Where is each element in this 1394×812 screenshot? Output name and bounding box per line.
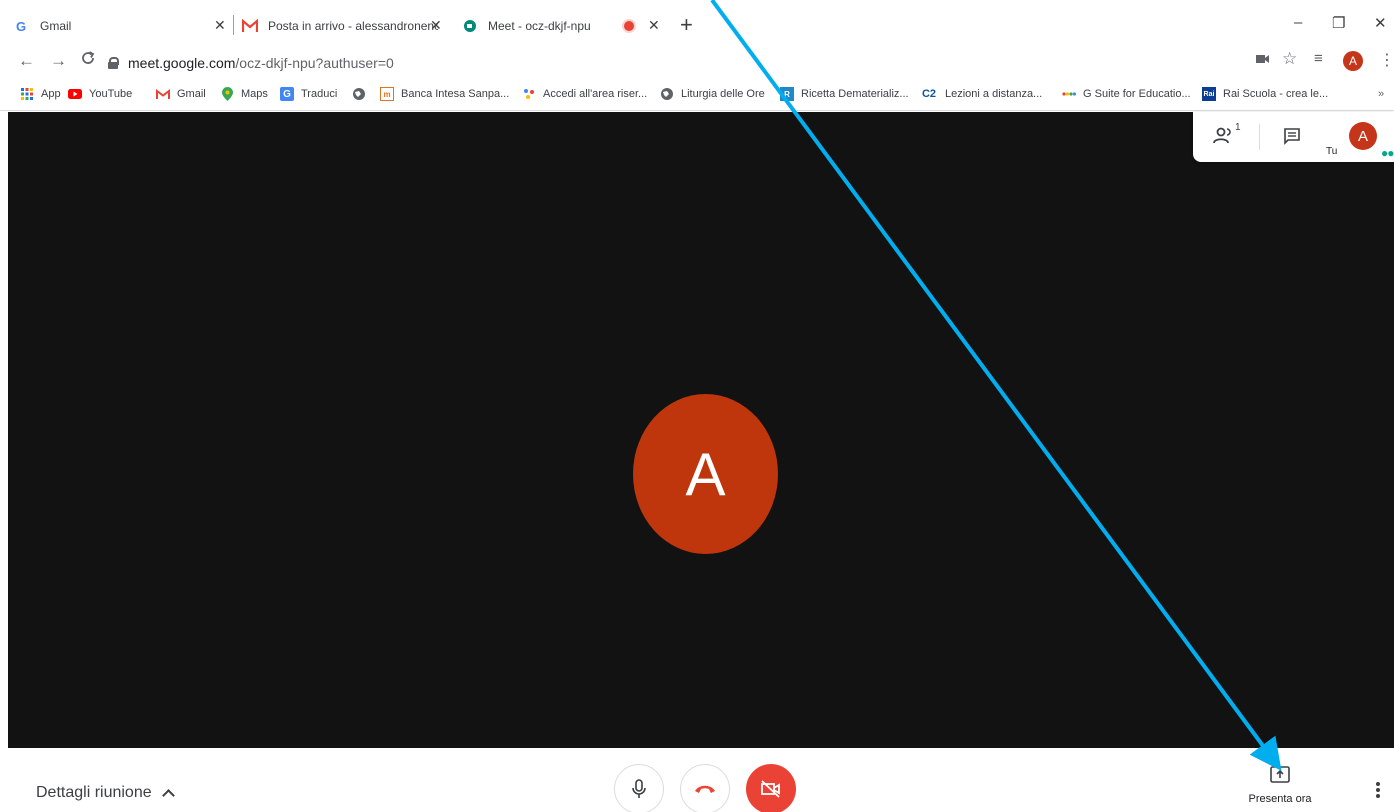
hang-up-icon bbox=[695, 785, 715, 793]
bookmark-globe[interactable] bbox=[352, 87, 373, 101]
restore-button[interactable]: ❐ bbox=[1332, 14, 1345, 32]
back-arrow-icon[interactable]: ← bbox=[18, 51, 35, 71]
bookmark-ricetta[interactable]: R Ricetta Dematerializ... bbox=[780, 87, 909, 101]
doc-icon: R bbox=[780, 87, 794, 101]
present-screen-icon bbox=[1270, 766, 1290, 783]
chevron-up-icon bbox=[161, 789, 175, 802]
camera-icon[interactable] bbox=[1256, 52, 1270, 68]
url-host: meet.google.com bbox=[128, 55, 236, 71]
bookmarks-more-button[interactable]: » bbox=[1378, 88, 1384, 100]
gmail-m-icon bbox=[242, 18, 258, 34]
bookmark-label: Rai Scuola - crea le... bbox=[1223, 88, 1329, 100]
tab-strip: G Gmail ✕ Posta in arrivo - alessandrone… bbox=[0, 0, 1394, 46]
minimize-button[interactable]: – bbox=[1294, 14, 1302, 31]
bookmark-lezioni[interactable]: C2 Lezioni a distanza... bbox=[920, 87, 1042, 101]
meet-icon bbox=[462, 18, 478, 34]
rai-icon: Rai bbox=[1202, 87, 1216, 101]
browser-menu-icon[interactable]: ⋮ bbox=[1379, 50, 1394, 70]
globe-icon bbox=[660, 87, 674, 101]
gsuite-icon bbox=[1062, 87, 1076, 101]
forward-arrow-icon[interactable]: → bbox=[50, 51, 67, 71]
bookmark-label: Lezioni a distanza... bbox=[945, 88, 1043, 100]
tab-title: Meet - ocz-dkjf-npu bbox=[488, 19, 591, 33]
more-options-icon[interactable] bbox=[1376, 782, 1380, 800]
bookmark-gmail[interactable]: Gmail bbox=[156, 87, 206, 101]
reload-icon[interactable] bbox=[80, 50, 96, 71]
url-path: /ocz-dkjf-npu?authuser=0 bbox=[235, 55, 394, 71]
bookmark-rai[interactable]: Rai Rai Scuola - crea le... bbox=[1202, 87, 1328, 101]
bookmark-label: Gmail bbox=[177, 88, 206, 100]
meeting-controls-bar: Dettagli riunione Presenta ora bbox=[0, 748, 1394, 812]
bookmark-label: Liturgia delle Ore bbox=[681, 88, 765, 100]
apps-grid-icon bbox=[20, 87, 34, 101]
end-call-button[interactable] bbox=[680, 764, 730, 812]
youtube-icon bbox=[68, 87, 82, 101]
meeting-details-label: Dettagli riunione bbox=[36, 784, 152, 801]
gmail-m-icon bbox=[156, 87, 170, 101]
divider bbox=[1259, 124, 1260, 150]
tab-gmail[interactable]: G Gmail ✕ bbox=[14, 8, 234, 44]
bookmark-app[interactable]: App bbox=[20, 87, 61, 101]
url-text: meet.google.com/ocz-dkjf-npu?authuser=0 bbox=[128, 55, 394, 71]
tab-title: Gmail bbox=[40, 19, 72, 33]
tab-separator bbox=[233, 15, 234, 35]
star-icon[interactable]: ☆ bbox=[1282, 49, 1297, 69]
bookmark-banca[interactable]: m Banca Intesa Sanpa... bbox=[380, 87, 509, 101]
bookmark-label: Banca Intesa Sanpa... bbox=[401, 88, 510, 100]
bookmark-liturgia[interactable]: Liturgia delle Ore bbox=[660, 87, 765, 101]
window-close-button[interactable]: ✕ bbox=[1374, 14, 1387, 32]
close-icon[interactable]: ✕ bbox=[648, 17, 660, 34]
sparkle-icon bbox=[522, 87, 536, 101]
bank-icon: m bbox=[380, 87, 394, 101]
tab-posta[interactable]: Posta in arrivo - alessandronenci ✕ bbox=[242, 8, 450, 44]
tab-meet[interactable]: Meet - ocz-dkjf-npu ✕ bbox=[452, 8, 674, 44]
bookmark-accedi[interactable]: Accedi all'area riser... bbox=[522, 87, 647, 101]
bookmark-label: Ricetta Dematerializ... bbox=[801, 88, 909, 100]
self-avatar: A bbox=[1349, 122, 1377, 150]
translate-icon: G bbox=[280, 87, 294, 101]
bookmark-youtube[interactable]: YouTube bbox=[68, 87, 132, 101]
new-tab-button[interactable]: + bbox=[680, 14, 693, 36]
c2-icon: C2 bbox=[921, 88, 937, 100]
bookmark-traduci[interactable]: G Traduci bbox=[280, 87, 337, 101]
close-icon[interactable]: ✕ bbox=[430, 17, 442, 34]
globe-icon bbox=[352, 87, 366, 101]
svg-text:G: G bbox=[16, 19, 26, 33]
close-icon[interactable]: ✕ bbox=[214, 17, 226, 34]
self-audio-indicator-icon: ●● bbox=[1381, 146, 1394, 160]
chat-icon[interactable] bbox=[1283, 127, 1301, 150]
bookmark-label: Maps bbox=[241, 88, 268, 100]
camera-toggle-button[interactable] bbox=[746, 764, 796, 812]
people-icon[interactable]: 1 bbox=[1213, 122, 1241, 149]
avatar[interactable]: A bbox=[1343, 51, 1363, 71]
microphone-button[interactable] bbox=[614, 764, 664, 812]
present-now-label: Presenta ora bbox=[1248, 793, 1312, 805]
screen: G Gmail ✕ Posta in arrivo - alessandrone… bbox=[0, 0, 1394, 812]
participant-count: 1 bbox=[1235, 122, 1241, 133]
bookmark-gsuite[interactable]: G Suite for Educatio... bbox=[1062, 87, 1191, 101]
google-g-icon: G bbox=[14, 18, 30, 34]
bookmark-maps[interactable]: Maps bbox=[220, 87, 268, 101]
camera-off-icon bbox=[761, 780, 780, 798]
participant-avatar: A bbox=[633, 394, 778, 554]
microphone-icon bbox=[632, 779, 646, 798]
bookmarks-bar: App YouTube Gmail Maps G Traduci m Banca… bbox=[0, 79, 1394, 111]
meeting-info-panel: 1 Tu A ●● bbox=[1193, 112, 1394, 162]
present-now-button[interactable]: Presenta ora bbox=[1240, 766, 1320, 805]
bookmark-label: Accedi all'area riser... bbox=[543, 88, 648, 100]
lock-icon bbox=[108, 57, 119, 69]
bookmark-label: G Suite for Educatio... bbox=[1083, 88, 1191, 100]
browser-toolbar: ← → meet.google.com/ocz-dkjf-npu?authuse… bbox=[0, 46, 1394, 79]
recording-icon bbox=[624, 21, 634, 31]
video-stage: A bbox=[8, 112, 1394, 748]
self-label: Tu bbox=[1326, 146, 1338, 157]
meeting-details-button[interactable]: Dettagli riunione bbox=[36, 784, 175, 802]
tab-title: Posta in arrivo - alessandronenci bbox=[268, 19, 438, 33]
media-queue-icon[interactable]: ≡ bbox=[1314, 50, 1323, 67]
maps-pin-icon bbox=[220, 87, 234, 101]
address-bar[interactable]: meet.google.com/ocz-dkjf-npu?authuser=0 bbox=[108, 49, 1238, 77]
bookmark-label: YouTube bbox=[89, 88, 133, 100]
bookmark-label: App bbox=[41, 88, 61, 100]
bookmark-label: Traduci bbox=[301, 88, 338, 100]
